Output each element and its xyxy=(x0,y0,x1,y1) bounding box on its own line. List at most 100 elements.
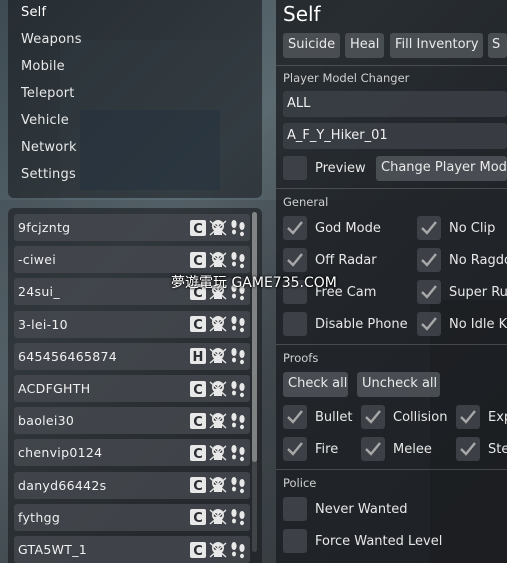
client-badge-icon: C xyxy=(190,219,206,237)
model-category-select[interactable]: ALL xyxy=(283,91,507,117)
player-row[interactable]: fythgg C xyxy=(14,503,250,531)
checkmark-icon xyxy=(287,253,303,267)
uncheck-all-button[interactable]: Uncheck all xyxy=(357,372,440,397)
nav-item-network[interactable]: Network xyxy=(21,140,77,155)
option-label: Super Ru xyxy=(449,285,507,300)
skull-icon xyxy=(209,412,227,429)
section-header-model-changer: Player Model Changer xyxy=(283,71,410,85)
change-player-model-button[interactable]: Change Player Mode xyxy=(376,156,507,181)
checkmark-icon xyxy=(421,317,437,331)
option-checkbox[interactable] xyxy=(456,405,480,429)
player-row[interactable]: GTA5WT_1 C xyxy=(14,536,250,563)
option-checkbox[interactable] xyxy=(283,312,307,336)
nav-item-self[interactable]: Self xyxy=(21,5,46,20)
checkmark-icon xyxy=(365,442,381,456)
option-checkbox[interactable] xyxy=(417,248,441,272)
model-name-input[interactable]: A_F_Y_Hiker_01 xyxy=(283,123,507,149)
player-row[interactable]: ACDFGHTH C xyxy=(14,375,250,402)
skull-icon xyxy=(209,541,227,558)
player-row[interactable]: baolei30 C xyxy=(14,407,250,435)
option-checkbox[interactable] xyxy=(456,437,480,461)
section-divider xyxy=(276,469,507,470)
partial-action-button[interactable]: S xyxy=(488,33,507,58)
option-label: Off Radar xyxy=(315,253,377,268)
player-name: GTA5WT_1 xyxy=(18,542,88,557)
checkmark-icon xyxy=(365,410,381,424)
section-header-general: General xyxy=(283,195,329,209)
option-label: Bullet xyxy=(315,410,353,425)
svg-text:C: C xyxy=(193,254,203,269)
player-row[interactable]: -ciwei C xyxy=(14,246,250,274)
option-checkbox[interactable] xyxy=(283,497,307,521)
option-checkbox[interactable] xyxy=(283,248,307,272)
option-label: Never Wanted xyxy=(315,502,408,517)
option-label: No Clip xyxy=(449,221,496,236)
player-row[interactable]: danyd66442s C xyxy=(14,471,250,499)
footsteps-icon xyxy=(231,412,245,429)
footsteps-icon xyxy=(231,541,245,558)
svg-text:C: C xyxy=(193,511,203,526)
client-badge-icon: C xyxy=(190,412,206,430)
client-badge-icon: C xyxy=(190,509,206,526)
client-badge-icon: C xyxy=(190,316,206,333)
player-status-icons: C xyxy=(189,443,247,462)
nav-item-mobile[interactable]: Mobile xyxy=(21,59,65,74)
svg-text:C: C xyxy=(193,383,203,398)
checkmark-icon xyxy=(421,285,437,299)
checkmark-icon xyxy=(460,442,476,456)
option-checkbox[interactable] xyxy=(283,216,307,240)
option-checkbox[interactable] xyxy=(283,529,307,553)
suicide-button[interactable]: Suicide xyxy=(283,33,340,58)
footsteps-icon xyxy=(231,444,245,462)
nav-item-vehicle[interactable]: Vehicle xyxy=(21,113,69,128)
player-list: 9fcjzntg C -ciwei C 24sui_ C 3-lei-10 C 64545646… xyxy=(8,208,262,563)
preview-checkbox[interactable] xyxy=(283,156,307,180)
option-checkbox[interactable] xyxy=(361,437,385,461)
player-status-icons: C xyxy=(189,411,247,430)
option-label: No Ragdo xyxy=(449,253,507,268)
client-badge-icon: C xyxy=(190,444,206,462)
section-header-proofs: Proofs xyxy=(283,351,319,365)
svg-text:C: C xyxy=(193,447,203,462)
option-checkbox[interactable] xyxy=(283,437,307,461)
footsteps-icon xyxy=(231,477,245,494)
nav-item-teleport[interactable]: Teleport xyxy=(21,86,75,101)
check-all-button[interactable]: Check all xyxy=(283,372,348,397)
option-checkbox[interactable] xyxy=(361,405,385,429)
player-name: 3-lei-10 xyxy=(18,316,68,332)
player-list-scroll-thumb[interactable] xyxy=(252,212,257,462)
nav-item-settings[interactable]: Settings xyxy=(21,167,76,182)
footsteps-icon xyxy=(231,380,245,397)
svg-text:C: C xyxy=(193,415,203,430)
skull-icon xyxy=(209,348,227,364)
option-label: God Mode xyxy=(315,221,381,236)
skull-icon xyxy=(209,444,227,461)
player-status-icons: C xyxy=(189,218,247,237)
fill-inventory-button[interactable]: Fill Inventory xyxy=(390,33,483,58)
footsteps-icon xyxy=(231,219,245,236)
player-status-icons: H xyxy=(189,347,247,366)
option-label: Collision xyxy=(393,410,448,425)
option-label: Ste xyxy=(488,442,507,457)
player-status-icons: C xyxy=(189,476,247,495)
player-row[interactable]: 9fcjzntg C xyxy=(14,214,250,241)
option-label: Fire xyxy=(315,442,339,457)
section-header-police: Police xyxy=(283,476,317,490)
player-row[interactable]: chenvip0124 C xyxy=(14,439,250,467)
player-status-icons: C xyxy=(189,315,247,334)
option-checkbox[interactable] xyxy=(417,312,441,336)
option-checkbox[interactable] xyxy=(283,405,307,429)
option-label: Force Wanted Level xyxy=(315,534,443,549)
option-label: Disable Phone xyxy=(315,317,408,332)
option-checkbox[interactable] xyxy=(417,216,441,240)
heal-button[interactable]: Heal xyxy=(345,33,384,58)
player-name: ACDFGHTH xyxy=(18,381,91,396)
option-checkbox[interactable] xyxy=(417,280,441,304)
footsteps-icon xyxy=(231,509,245,526)
player-row[interactable]: 645456465874 H xyxy=(14,342,250,370)
svg-text:C: C xyxy=(193,479,203,494)
player-row[interactable]: 3-lei-10 C xyxy=(14,310,250,338)
svg-text:C: C xyxy=(193,222,203,237)
nav-item-weapons[interactable]: Weapons xyxy=(21,32,82,47)
option-label: Exp xyxy=(488,410,507,425)
